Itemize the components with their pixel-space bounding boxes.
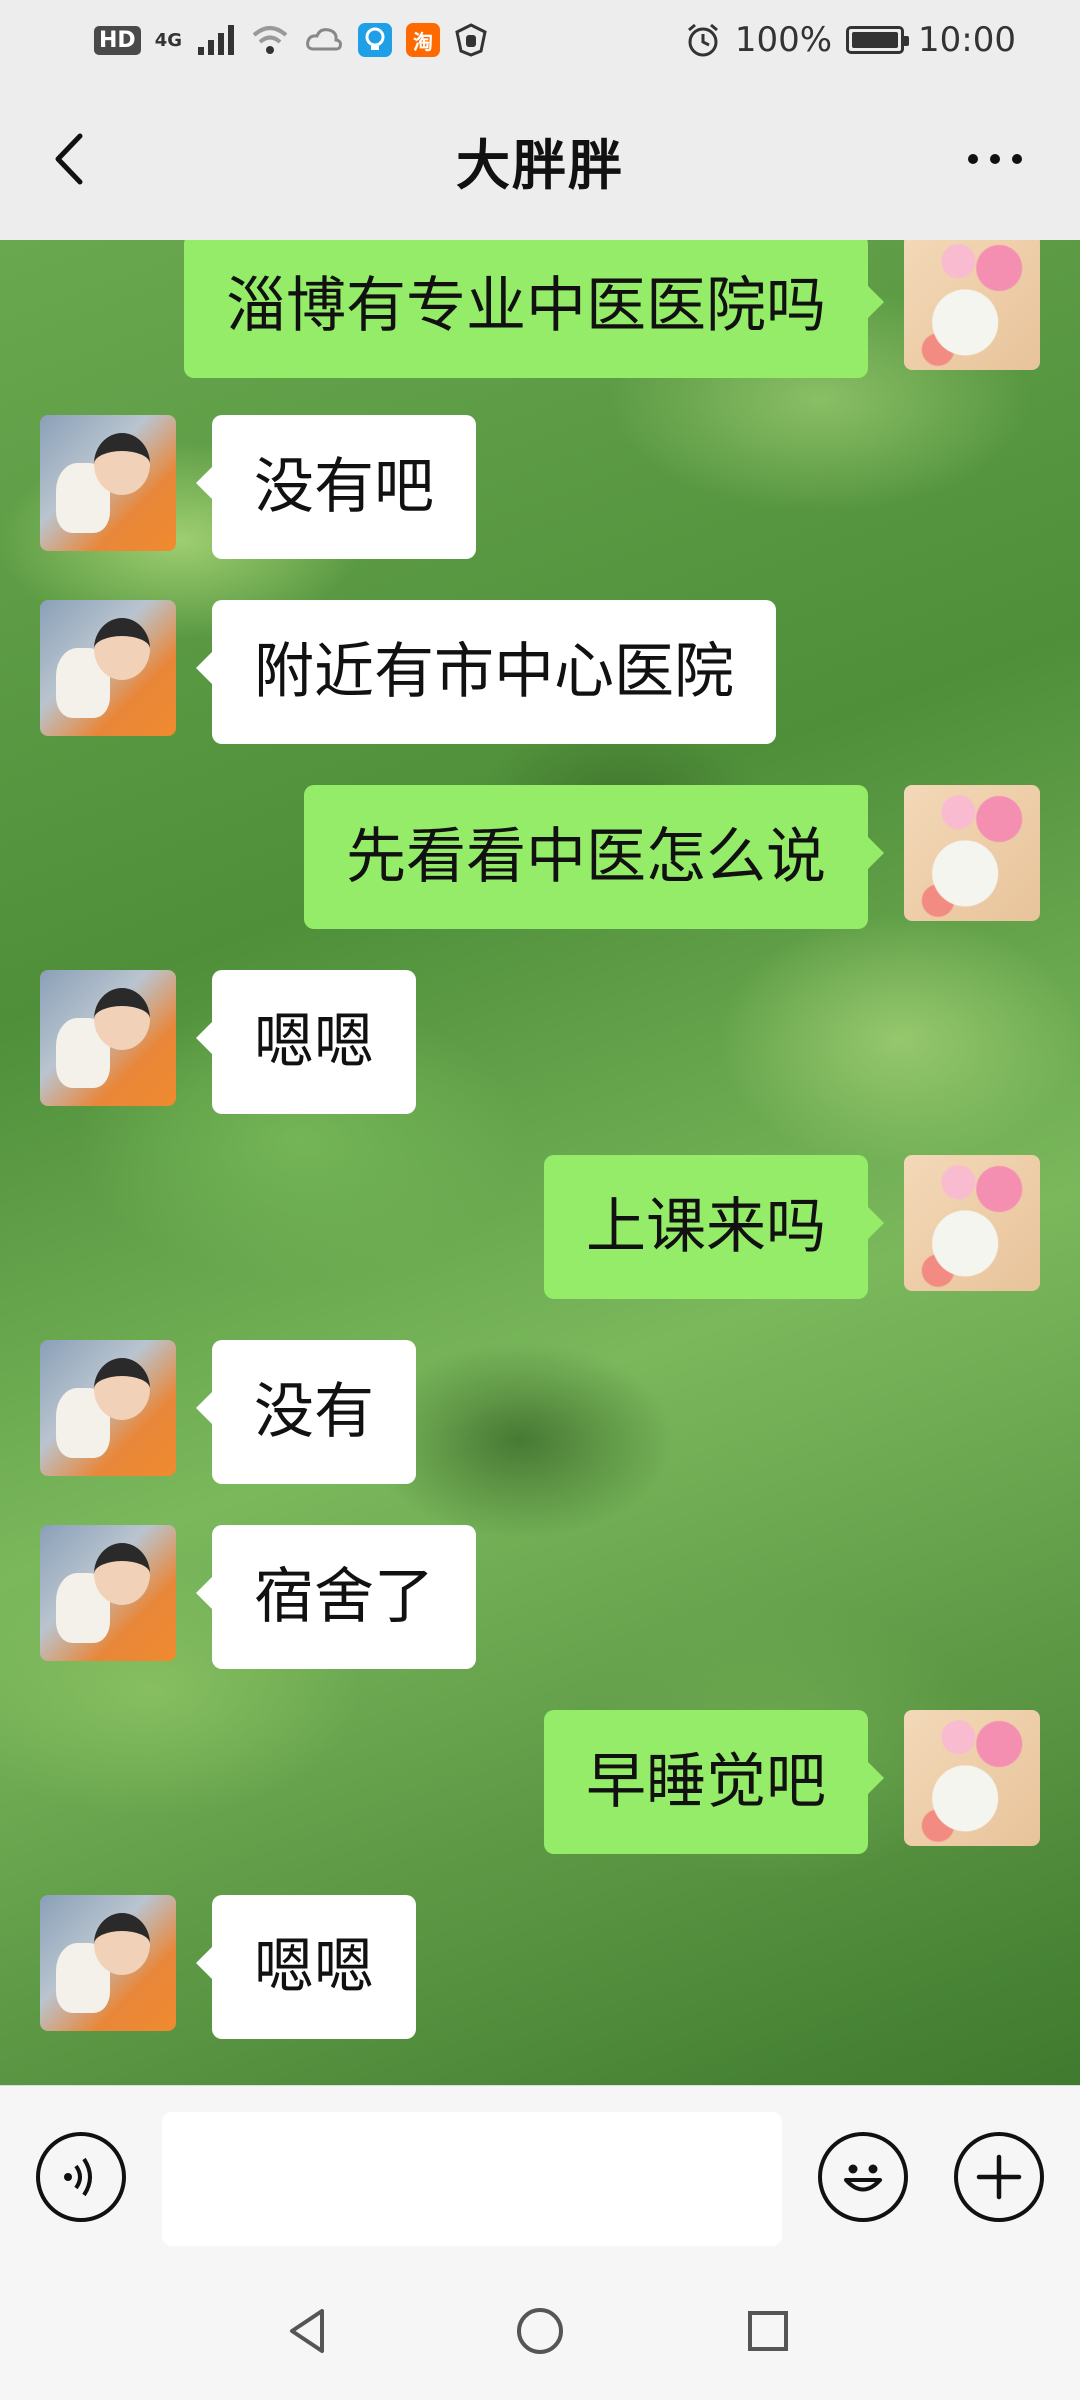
message-row: 上课来吗 (544, 1155, 1040, 1299)
back-triangle-icon (290, 2309, 324, 2353)
hd-badge: HD (94, 25, 141, 55)
friend-avatar[interactable] (40, 1525, 176, 1661)
message-row: 嗯嗯 (40, 1895, 416, 2039)
more-dot-icon (968, 154, 978, 164)
system-navigation-bar (0, 2265, 1080, 2400)
message-bubble[interactable]: 先看看中医怎么说 (304, 785, 884, 929)
home-circle-icon (517, 2308, 563, 2354)
more-options-button[interactable] (950, 124, 1040, 194)
message-bubble[interactable]: 早睡觉吧 (544, 1710, 884, 1854)
signal-icon (198, 25, 234, 55)
input-bar (0, 2085, 1080, 2265)
message-row: 淄博有专业中医医院吗 (184, 240, 1040, 378)
lightbulb-app-icon (358, 23, 392, 57)
friend-avatar[interactable] (40, 600, 176, 736)
battery-icon (846, 26, 910, 54)
message-bubble[interactable]: 淄博有专业中医医院吗 (184, 240, 884, 378)
message-row: 先看看中医怎么说 (304, 785, 1040, 929)
avatar-face (94, 1543, 150, 1605)
avatar-face (94, 433, 150, 495)
chat-title: 大胖胖 (456, 133, 624, 197)
message-row: 没有吧 (40, 415, 476, 559)
more-dot-icon (1012, 154, 1022, 164)
self-avatar[interactable] (904, 240, 1040, 370)
friend-avatar[interactable] (40, 415, 176, 551)
friend-avatar[interactable] (40, 1895, 176, 2031)
chat-header: 大胖胖 (0, 80, 1080, 240)
chevron-left-icon (55, 133, 83, 185)
system-recents-button[interactable] (732, 2295, 804, 2367)
avatar-face (94, 988, 150, 1050)
hand-shield-icon (455, 23, 487, 57)
avatar-face (94, 1358, 150, 1420)
status-right: 100% 10:00 (685, 20, 1016, 60)
voice-icon (64, 2157, 92, 2197)
chat-message-list[interactable]: 淄博有专业中医医院吗 没有吧 附近有市中心医院 先看看中医怎么说 嗯嗯 上课来吗 没有 宿舍了… (0, 240, 1080, 2085)
system-home-button[interactable] (504, 2295, 576, 2367)
cloud-icon (306, 28, 342, 51)
status-bar: HD 4G 淘 100% 10:00 (0, 0, 1080, 80)
message-bubble[interactable]: 宿舍了 (196, 1525, 476, 1669)
more-actions-button[interactable] (954, 2132, 1044, 2222)
message-row: 附近有市中心医院 (40, 600, 776, 744)
recents-square-icon (748, 2311, 788, 2351)
network-type: 4G (154, 29, 182, 51)
message-row: 宿舍了 (40, 1525, 476, 1669)
message-row: 早睡觉吧 (544, 1710, 1040, 1854)
avatar-face (94, 1913, 150, 1975)
message-bubble[interactable]: 上课来吗 (544, 1155, 884, 1299)
avatar-face (94, 618, 150, 680)
back-button[interactable] (40, 124, 110, 194)
message-input[interactable] (162, 2112, 782, 2246)
emoji-button[interactable] (818, 2132, 908, 2222)
message-row: 嗯嗯 (40, 970, 416, 1114)
message-bubble[interactable]: 嗯嗯 (196, 970, 416, 1114)
clock-time: 10:00 (918, 20, 1016, 60)
message-bubble[interactable]: 附近有市中心医院 (196, 600, 776, 744)
self-avatar[interactable] (904, 1155, 1040, 1291)
system-back-button[interactable] (272, 2295, 344, 2367)
friend-avatar[interactable] (40, 970, 176, 1106)
message-row: 没有 (40, 1340, 416, 1484)
self-avatar[interactable] (904, 1710, 1040, 1846)
voice-button[interactable] (36, 2132, 126, 2222)
message-bubble[interactable]: 嗯嗯 (196, 1895, 416, 2039)
friend-avatar[interactable] (40, 1340, 176, 1476)
more-dot-icon (990, 154, 1000, 164)
message-bubble[interactable]: 没有 (196, 1340, 416, 1484)
taobao-app-icon: 淘 (406, 23, 440, 57)
self-avatar[interactable] (904, 785, 1040, 921)
battery-percent: 100% (734, 20, 833, 60)
message-bubble[interactable]: 没有吧 (196, 415, 476, 559)
battery-fill (852, 32, 899, 48)
wifi-icon (252, 26, 288, 54)
status-left: HD 4G 淘 (94, 23, 488, 57)
emoji-icon (844, 2164, 882, 2192)
plus-icon (976, 2154, 1022, 2200)
alarm-icon (687, 23, 718, 57)
